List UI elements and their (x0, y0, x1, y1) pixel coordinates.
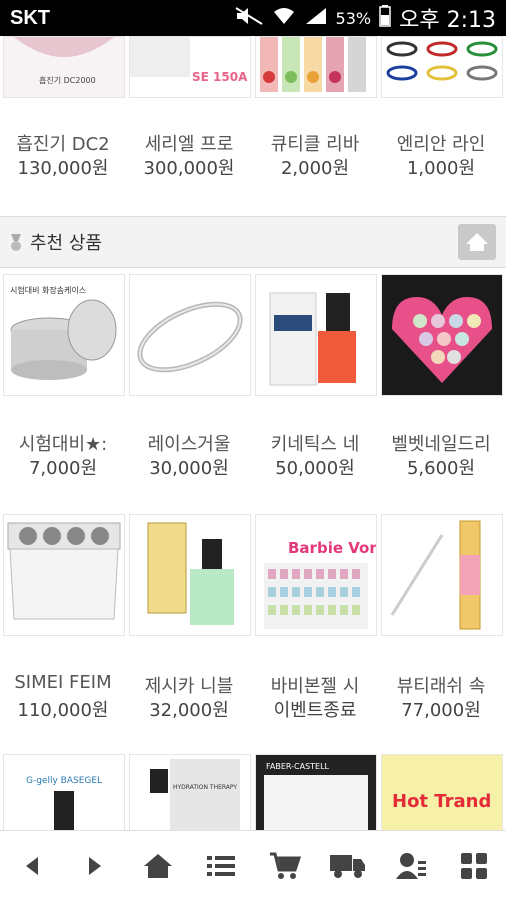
product-price: 30,000원 (149, 458, 229, 479)
product-name[interactable]: 레이스거울 (126, 430, 252, 456)
product-price: 300,000원 (143, 158, 235, 179)
product-image[interactable] (255, 274, 377, 396)
product-name[interactable]: 시험대비★: (0, 430, 126, 456)
product-name[interactable]: 제시카 니블 (126, 672, 252, 698)
delivery-button[interactable] (320, 838, 376, 894)
product-list[interactable]: 흡진기 DC2000 흡진기 DC2 130,000원 SE 150A 세리엘 … (0, 36, 506, 830)
product-name[interactable]: 벨벳네일드리 (378, 430, 504, 456)
product-price: 110,000원 (17, 700, 109, 721)
product-image-caption: 흡진기 DC2000 (39, 75, 96, 85)
product-price: 이벤트종료 (273, 700, 357, 721)
carrier-label: SKT (10, 6, 50, 29)
product-image[interactable]: 시험대비 화장솜케이스 (3, 274, 125, 396)
my-page-button[interactable] (383, 838, 439, 894)
product-card[interactable]: 시험대비 화장솜케이스 시험대비★: 7,000원 (0, 274, 126, 494)
product-price: 7,000원 (28, 458, 98, 479)
product-image[interactable] (381, 36, 503, 98)
product-card[interactable]: 레이스거울 30,000원 (126, 274, 252, 494)
product-image[interactable] (381, 274, 503, 396)
product-price: 77,000원 (401, 700, 481, 721)
user-profile-icon (396, 853, 427, 879)
product-image-caption: SE 150A (192, 70, 248, 84)
product-card[interactable]: 제시카 니블 32,000원 (126, 514, 252, 734)
list-icon (207, 856, 236, 876)
cart-button[interactable] (257, 838, 313, 894)
product-image-caption: Hot Trand (392, 791, 491, 812)
product-card[interactable]: 큐티클 리바 2,000원 (252, 36, 378, 186)
product-card[interactable]: Hot Trand (378, 754, 504, 830)
product-card[interactable]: 벨벳네일드리 5,600원 (378, 274, 504, 494)
product-price: 1,000원 (406, 158, 476, 179)
battery-percent: 53% (335, 8, 372, 28)
wifi-icon (272, 6, 296, 30)
product-card[interactable]: 엔리안 라인 1,000원 (378, 36, 504, 186)
home-up-icon (466, 233, 488, 251)
product-price: 5,600원 (406, 458, 476, 479)
product-row: 흡진기 DC2000 흡진기 DC2 130,000원 SE 150A 세리엘 … (0, 36, 506, 186)
cart-icon (269, 852, 301, 879)
product-image[interactable]: FABER-CASTELL (255, 754, 377, 830)
more-menu-button[interactable] (446, 838, 502, 894)
product-image-caption: 시험대비 화장솜케이스 (10, 285, 86, 295)
product-name[interactable]: 흡진기 DC2 (0, 130, 126, 156)
product-image[interactable] (129, 274, 251, 396)
clock: 오후 2:13 (399, 8, 496, 33)
product-image[interactable] (381, 514, 503, 636)
product-card[interactable]: 흡진기 DC2000 흡진기 DC2 130,000원 (0, 36, 126, 186)
bottom-navigation (0, 830, 506, 901)
product-name[interactable]: 큐티클 리바 (252, 130, 378, 156)
product-image-caption: Barbie Vongel (288, 539, 376, 557)
product-row: 시험대비 화장솜케이스 시험대비★: 7,000원 레이스거울 30,000원 (0, 274, 506, 494)
product-card[interactable]: Barbie Vongel 바비본젤 시 이벤트종료 (252, 514, 378, 734)
battery-icon (379, 5, 391, 31)
product-name[interactable]: 세리엘 프로 (126, 130, 252, 156)
product-price: 32,000원 (149, 700, 229, 721)
product-card[interactable]: 키네틱스 네 50,000원 (252, 274, 378, 494)
product-name[interactable]: 키네틱스 네 (252, 430, 378, 456)
product-image[interactable]: Barbie Vongel (255, 514, 377, 636)
product-image-caption: HYDRATION THERAPY (173, 784, 237, 791)
product-card[interactable]: HYDRATION THERAPY (126, 754, 252, 830)
product-row: SIMEI FEIM 110,000원 제시카 니블 32,000원 Barbi… (0, 514, 506, 734)
product-name[interactable]: 엔리안 라인 (378, 130, 504, 156)
product-price: 2,000원 (280, 158, 350, 179)
scroll-top-button[interactable] (458, 224, 496, 260)
signal-icon (304, 6, 328, 30)
product-image-caption: G-gelly BASEGEL (26, 776, 102, 786)
product-row: G-gelly BASEGEL HYDRATION THERAPY FABER-… (0, 754, 506, 830)
product-price: 50,000원 (275, 458, 355, 479)
forward-arrow-icon (88, 857, 101, 875)
medal-icon (8, 234, 24, 256)
grid-menu-icon (461, 853, 488, 879)
product-image-caption: FABER-CASTELL (266, 762, 330, 771)
product-card[interactable]: FABER-CASTELL (252, 754, 378, 830)
product-name[interactable]: 바비본젤 시 (252, 672, 378, 698)
delivery-truck-icon (329, 855, 365, 878)
product-price: 130,000원 (17, 158, 109, 179)
back-arrow-icon (25, 857, 38, 875)
product-image[interactable] (255, 36, 377, 98)
forward-button[interactable] (67, 838, 123, 894)
product-card[interactable]: SIMEI FEIM 110,000원 (0, 514, 126, 734)
home-icon (144, 854, 173, 878)
product-image[interactable]: Hot Trand (381, 754, 503, 830)
product-card[interactable]: SE 150A 세리엘 프로 300,000원 (126, 36, 252, 186)
status-bar: SKT 53% 오후 2:13 (0, 0, 506, 36)
product-image[interactable]: 흡진기 DC2000 (3, 36, 125, 98)
product-card[interactable]: G-gelly BASEGEL (0, 754, 126, 830)
section-title: 추천 상품 (30, 233, 102, 254)
product-image[interactable] (129, 514, 251, 636)
recommended-section-header: 추천 상품 (0, 216, 506, 268)
product-image[interactable]: HYDRATION THERAPY (129, 754, 251, 830)
product-name[interactable]: 뷰티래쉬 속 (378, 672, 504, 698)
category-list-button[interactable] (193, 838, 249, 894)
product-name[interactable]: SIMEI FEIM (0, 672, 126, 693)
product-image[interactable] (3, 514, 125, 636)
back-button[interactable] (4, 838, 60, 894)
product-image[interactable]: G-gelly BASEGEL (3, 754, 125, 830)
product-card[interactable]: 뷰티래쉬 속 77,000원 (378, 514, 504, 734)
home-button[interactable] (130, 838, 186, 894)
product-image[interactable]: SE 150A (129, 36, 251, 98)
mute-icon (234, 6, 264, 30)
